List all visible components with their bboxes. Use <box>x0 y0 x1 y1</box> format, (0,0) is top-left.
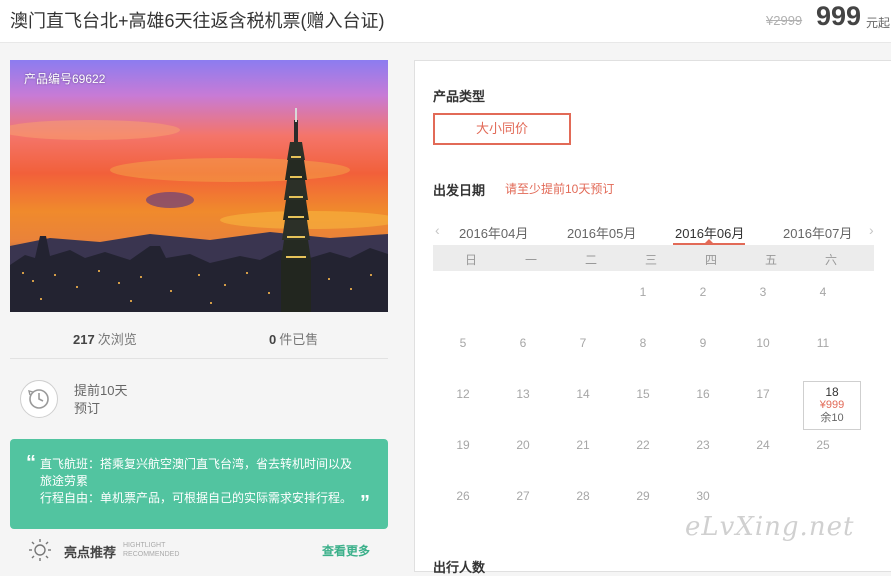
weekday-thu: 四 <box>704 253 717 267</box>
original-price: ¥2999 <box>766 13 803 28</box>
month-tab-2016-07[interactable]: 2016年07月 <box>783 223 852 242</box>
calendar-day[interactable]: 14 <box>553 387 613 401</box>
product-image: 产品编号69622 <box>10 60 388 312</box>
month-tab-2016-04[interactable]: 2016年04月 <box>459 223 528 242</box>
calendar-day[interactable]: 10 <box>733 336 793 350</box>
selected-date-remaining: 余10 <box>820 412 844 424</box>
product-stats: 217 次浏览 0 件已售 <box>10 312 388 359</box>
calendar-day[interactable]: 7 <box>553 336 613 350</box>
highlights-subtitle: HIGHTLIGHT RECOMMENDED <box>123 542 180 558</box>
watermark: eLvXing.net <box>685 512 855 542</box>
calendar-day[interactable]: 19 <box>433 438 493 452</box>
calendar-day[interactable]: 30 <box>673 489 733 503</box>
calendar-day[interactable]: 6 <box>493 336 553 350</box>
close-quote-icon: ” <box>360 492 370 514</box>
selected-date-price: ¥999 <box>819 399 845 411</box>
calendar-day[interactable]: 12 <box>433 387 493 401</box>
calendar-day[interactable]: 25 <box>793 438 853 452</box>
view-count: 217 次浏览 <box>73 332 137 347</box>
price: 999 <box>816 1 862 31</box>
active-month-caret <box>705 239 713 243</box>
highlights-title: 亮点推荐 <box>64 545 117 560</box>
open-quote-icon: “ <box>26 452 36 474</box>
intro-line-2: 旅途劳累 <box>40 474 89 488</box>
calendar-day[interactable]: 15 <box>613 387 673 401</box>
clock-icon <box>20 380 58 418</box>
calendar-day[interactable]: 21 <box>553 438 613 452</box>
calendar-day[interactable]: 3 <box>733 285 793 299</box>
weekday-header: 日 一 二 三 四 五 六 <box>433 245 874 271</box>
calendar-day[interactable]: 24 <box>733 438 793 452</box>
highlights-header: 亮点推荐 HIGHTLIGHT RECOMMENDED 查看更多 <box>28 538 388 562</box>
next-month-arrow-icon[interactable]: › <box>869 222 874 238</box>
calendar-day[interactable]: 29 <box>613 489 673 503</box>
calendar-day[interactable]: 4 <box>793 285 853 299</box>
calendar-day[interactable]: 9 <box>673 336 733 350</box>
month-tab-2016-05[interactable]: 2016年05月 <box>567 223 636 242</box>
departure-date-title: 出发日期 <box>433 183 486 198</box>
travelers-title: 出行人数 <box>433 560 486 575</box>
advance-booking-info: 提前10天 预订 <box>20 380 320 424</box>
weekday-sat: 六 <box>824 253 837 267</box>
calendar-day[interactable]: 13 <box>493 387 553 401</box>
calendar-day[interactable]: 17 <box>733 387 793 401</box>
weekday-sun: 日 <box>464 253 477 267</box>
product-intro-box: “ 直飞航班：搭乘复兴航空澳门直飞台湾，省去转机时间以及 旅途劳累 行程自由：单… <box>10 439 388 529</box>
selected-date-number: 18 <box>825 385 839 399</box>
page-header: 澳门直飞台北+高雄6天往返含税机票(赠入台证) ¥2999 999 元起 <box>0 0 891 43</box>
booking-panel: 产品类型 大小同价 出发日期 请至少提前10天预订 ‹ 2016年04月 201… <box>414 60 891 575</box>
calendar-day[interactable]: 20 <box>493 438 553 452</box>
calendar-day[interactable]: 1 <box>613 285 673 299</box>
calendar-day[interactable]: 22 <box>613 438 673 452</box>
product-title: 澳门直飞台北+高雄6天往返含税机票(赠入台证) <box>10 11 385 31</box>
calendar-day[interactable]: 27 <box>493 489 553 503</box>
calendar-day[interactable]: 8 <box>613 336 673 350</box>
product-id-label: 产品编号69622 <box>24 72 106 86</box>
sun-icon <box>28 538 52 567</box>
intro-line-3: 行程自由：单机票产品，可根据自己的实际需求安排行程。 <box>40 491 353 505</box>
weekday-wed: 三 <box>644 253 657 267</box>
calendar-day[interactable]: 2 <box>673 285 733 299</box>
product-type-option[interactable]: 大小同价 <box>433 113 571 145</box>
prev-month-arrow-icon[interactable]: ‹ <box>435 222 440 238</box>
advance-notice: 请至少提前10天预订 <box>505 182 615 196</box>
selected-date-cell[interactable]: 18 ¥999 余10 <box>803 381 861 430</box>
weekday-mon: 一 <box>524 253 537 267</box>
sold-count: 0 件已售 <box>269 332 319 347</box>
advance-booking-text: 提前10天 预订 <box>74 383 128 416</box>
calendar-day[interactable]: 26 <box>433 489 493 503</box>
calendar-day[interactable]: 23 <box>673 438 733 452</box>
taipei-skyline-image <box>10 108 388 312</box>
calendar-day[interactable]: 28 <box>553 489 613 503</box>
weekday-fri: 五 <box>764 253 777 267</box>
product-type-title: 产品类型 <box>433 89 486 104</box>
price-suffix: 元起 <box>866 16 891 30</box>
calendar-day[interactable]: 16 <box>673 387 733 401</box>
weekday-tue: 二 <box>584 253 597 267</box>
calendar-day[interactable]: 5 <box>433 336 493 350</box>
view-more-link[interactable]: 查看更多 <box>322 542 370 559</box>
intro-line-1: 直飞航班：搭乘复兴航空澳门直飞台湾，省去转机时间以及 <box>40 457 353 471</box>
calendar-day[interactable]: 11 <box>793 336 853 350</box>
